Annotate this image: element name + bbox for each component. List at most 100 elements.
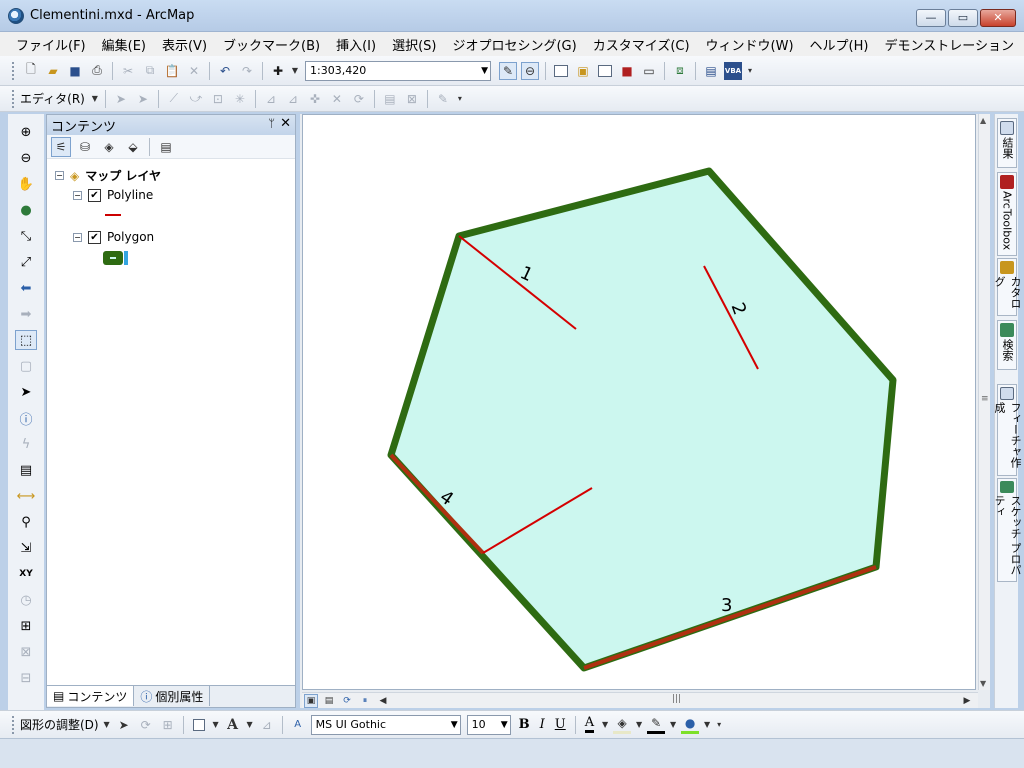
sketch-properties-icon[interactable]: ⊠ xyxy=(403,90,421,108)
select-features-icon[interactable]: ⬚ xyxy=(15,330,37,350)
menu-customize[interactable]: カスタマイズ(C) xyxy=(593,35,690,54)
dock-tab-sketch-properties[interactable]: スケッチ プロパティ xyxy=(993,478,1022,582)
line-color-icon[interactable]: ✎ xyxy=(647,716,666,734)
open-folder-icon[interactable]: ▰ xyxy=(44,62,62,80)
pan-hand-icon[interactable]: ✋ xyxy=(15,174,37,194)
dock-tab-catalog[interactable]: カタログ xyxy=(993,258,1022,316)
polyline-symbol[interactable] xyxy=(105,214,121,216)
menu-selection[interactable]: 選択(S) xyxy=(392,35,436,54)
save-icon[interactable]: ■ xyxy=(66,62,84,80)
edit-tool-icon[interactable]: ➤ xyxy=(112,90,130,108)
toolbar-grip[interactable] xyxy=(12,61,16,80)
end-point-arc-icon[interactable]: ⤻ xyxy=(187,90,205,108)
text-dropdown-icon[interactable]: ▼ xyxy=(246,716,254,734)
chevron-down-icon[interactable]: ▼ xyxy=(481,62,488,80)
collapse-icon[interactable]: − xyxy=(55,171,64,180)
layer-visibility-checkbox[interactable]: ✔ xyxy=(88,188,101,202)
scroll-thumb-grip-icon[interactable]: ≡ xyxy=(981,394,989,404)
text-symbol-icon[interactable]: A xyxy=(289,716,307,734)
modelbuilder-icon[interactable]: ⧈ xyxy=(671,62,689,80)
python-window-icon[interactable]: ▭ xyxy=(640,62,658,80)
search-window-icon[interactable] xyxy=(596,62,614,80)
zoom-in-icon[interactable]: ⊕ xyxy=(15,122,37,142)
scroll-right-icon[interactable]: ▶ xyxy=(960,694,974,708)
font-color-button[interactable]: A xyxy=(584,716,595,733)
table-of-contents-icon[interactable] xyxy=(552,62,570,80)
vertical-scrollbar[interactable]: ▲ ≡ ▼ xyxy=(978,114,990,690)
menu-demonstration[interactable]: デモンストレーション xyxy=(884,35,1013,54)
map-canvas[interactable]: 1 2 3 4 xyxy=(302,114,976,690)
zoom-to-elements-icon[interactable]: ⊞ xyxy=(159,716,177,734)
zoom-out-icon[interactable]: ⊖ xyxy=(15,148,37,168)
dock-tab-create-features[interactable]: フィーチャ作成 xyxy=(993,384,1022,476)
edit-vertices-icon[interactable]: ⊿ xyxy=(262,90,280,108)
data-view-icon[interactable]: ▣ xyxy=(304,693,318,708)
fixed-zoom-out-icon[interactable]: ⤢ xyxy=(15,252,37,272)
list-by-source-icon[interactable]: ⛁ xyxy=(75,137,95,157)
fixed-zoom-in-icon[interactable]: ⤡ xyxy=(15,226,37,246)
rectangle-icon[interactable] xyxy=(190,716,208,734)
full-extent-globe-icon[interactable]: ● xyxy=(15,200,37,220)
copy-icon[interactable]: ⧉ xyxy=(141,62,159,80)
split-icon[interactable]: ✕ xyxy=(328,90,346,108)
menu-insert[interactable]: 挿入(I) xyxy=(336,35,376,54)
catalog-window-icon[interactable]: ▣ xyxy=(574,62,592,80)
toolbar-overflow-icon[interactable]: ▾ xyxy=(715,716,723,734)
drawing-dropdown-icon[interactable]: ▼ xyxy=(103,716,111,734)
font-color-dropdown-icon[interactable]: ▼ xyxy=(601,716,609,734)
list-by-selection-icon[interactable]: ⬙ xyxy=(123,137,143,157)
point-icon[interactable]: ✳ xyxy=(231,90,249,108)
clear-selection-icon[interactable]: ▢ xyxy=(15,356,37,376)
chevron-down-icon[interactable]: ▼ xyxy=(451,716,458,734)
bold-button[interactable]: B xyxy=(519,717,530,732)
menu-file[interactable]: ファイル(F) xyxy=(16,35,86,54)
time-slider-icon[interactable]: ◷ xyxy=(15,590,37,610)
line-color-dropdown-icon[interactable]: ▼ xyxy=(669,716,677,734)
go-to-xy-icon[interactable]: XY xyxy=(15,564,37,584)
cut-polygons-icon[interactable]: ✜ xyxy=(306,90,324,108)
marker-color-icon[interactable]: ● xyxy=(681,716,700,734)
vba-editor-icon[interactable]: VBA xyxy=(724,61,742,80)
menu-view[interactable]: 表示(V) xyxy=(162,35,207,54)
menu-windows[interactable]: ウィンドウ(W) xyxy=(706,35,794,54)
tab-identify[interactable]: ⓘ 個別属性 xyxy=(134,686,211,706)
scroll-down-icon[interactable]: ▼ xyxy=(980,679,986,688)
find-binoculars-icon[interactable]: ⚲ xyxy=(15,512,37,532)
create-viewer-window-icon[interactable]: ⊞ xyxy=(15,616,37,636)
menu-help[interactable]: ヘルプ(H) xyxy=(810,35,869,54)
toolbar-extra-icon[interactable]: ⊟ xyxy=(15,668,37,688)
undo-icon[interactable]: ↶ xyxy=(216,62,234,80)
delete-icon[interactable]: ✕ xyxy=(185,62,203,80)
edit-annotation-icon[interactable]: ➤ xyxy=(134,90,152,108)
fill-color-dropdown-icon[interactable]: ▼ xyxy=(635,716,643,734)
rotate-element-icon[interactable]: ⟳ xyxy=(137,716,155,734)
font-name-select[interactable]: MS UI Gothic ▼ xyxy=(310,714,461,735)
font-size-select[interactable]: 10 ▼ xyxy=(466,714,511,735)
polygon-symbol[interactable] xyxy=(103,251,128,265)
scroll-thumb-grip-icon[interactable]: ||| xyxy=(672,694,681,704)
toolbar-grip[interactable] xyxy=(12,715,16,734)
dock-tab-results[interactable]: 結果 xyxy=(997,118,1017,168)
marker-color-dropdown-icon[interactable]: ▼ xyxy=(703,716,711,734)
back-arrow-icon[interactable]: ⬅ xyxy=(15,278,37,298)
menu-geoprocessing[interactable]: ジオプロセシング(G) xyxy=(452,35,576,54)
toolbar-overflow-icon[interactable]: ▾ xyxy=(746,62,754,80)
options-icon[interactable]: ▤ xyxy=(156,137,176,157)
reshape-icon[interactable]: ⊿ xyxy=(284,90,302,108)
italic-button[interactable]: I xyxy=(540,717,545,732)
fill-color-icon[interactable]: ◈ xyxy=(613,716,632,734)
add-data-icon[interactable]: ✚ xyxy=(269,62,287,80)
paste-icon[interactable]: 📋 xyxy=(163,62,181,80)
underline-button[interactable]: U xyxy=(555,717,566,732)
new-text-icon[interactable]: A xyxy=(224,716,242,734)
html-popup-icon[interactable]: ▤ xyxy=(15,460,37,480)
rectangle-dropdown-icon[interactable]: ▼ xyxy=(212,716,220,734)
layer-group-row[interactable]: − ◈ マップ レイヤ xyxy=(55,167,161,184)
editor-toolbar-icon[interactable]: ✎ xyxy=(499,61,517,80)
add-data-dropdown-icon[interactable]: ▼ xyxy=(291,62,299,80)
collapse-icon[interactable]: − xyxy=(73,232,82,242)
dock-tab-search[interactable]: 検索 xyxy=(997,320,1017,370)
dock-tab-arctoolbox[interactable]: ArcToolbox xyxy=(997,172,1017,256)
tab-contents[interactable]: ▤ コンテンツ xyxy=(47,686,135,706)
list-by-drawing-order-icon[interactable]: ⚟ xyxy=(51,136,71,157)
